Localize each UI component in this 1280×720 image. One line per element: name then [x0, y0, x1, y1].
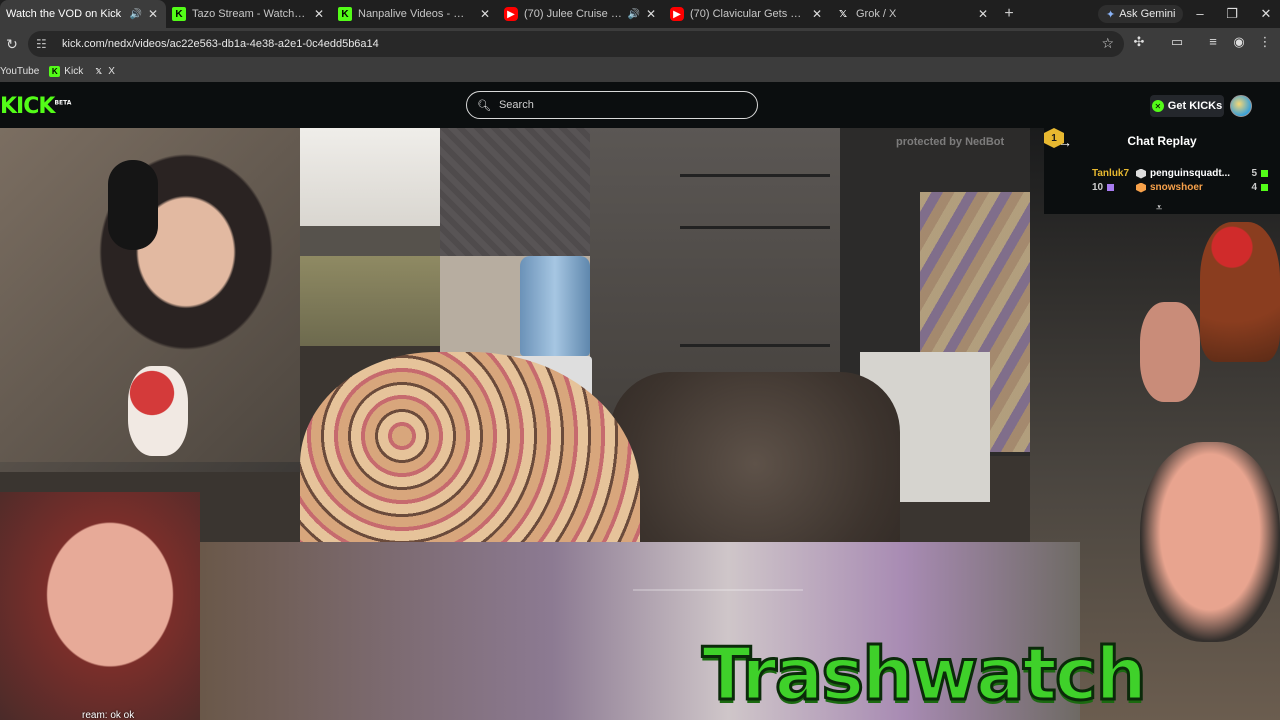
- bookmarks-bar: YouTube K Kick 𝕏 X: [0, 60, 1280, 82]
- search-input[interactable]: [496, 98, 747, 112]
- gemini-sparkle-icon: ✦: [1106, 8, 1116, 21]
- x-favicon-icon: 𝕏: [838, 8, 848, 20]
- gem-icon: [1261, 184, 1268, 191]
- tab-clavicular[interactable]: ▶ (70) Clavicular Gets Released From ✕: [664, 0, 830, 28]
- tab-julee-cruise[interactable]: ▶ (70) Julee Cruise – Three Demos 🔊 ✕: [498, 0, 664, 28]
- video-scene: [1140, 302, 1200, 402]
- site-info-icon[interactable]: ☷: [36, 37, 52, 51]
- close-tab-icon[interactable]: ✕: [146, 7, 160, 21]
- kick-favicon-icon: K: [172, 7, 186, 21]
- leaderboard-username: snowshoer: [1150, 182, 1203, 193]
- video-scene: [128, 366, 188, 456]
- badge-icon: [1136, 182, 1146, 193]
- badge-icon: [1136, 168, 1146, 179]
- ask-gemini-button[interactable]: ✦ Ask Gemini: [1098, 5, 1184, 23]
- leaderboard-username: Tanluk7: [1092, 168, 1130, 179]
- reload-icon[interactable]: ↻: [2, 36, 22, 53]
- bookmark-label: YouTube: [0, 65, 40, 77]
- kick-beta-badge: BETA: [54, 99, 72, 107]
- video-scene: [0, 492, 200, 720]
- leaderboard-entry-3[interactable]: snowshoer 4: [1136, 182, 1268, 193]
- kick-favicon-icon: K: [49, 65, 61, 77]
- tab-title: (70) Julee Cruise – Three Demos: [524, 8, 624, 20]
- leaderboard-count: 10: [1092, 182, 1115, 193]
- leaderboard-entry-2[interactable]: penguinsquadt... 5: [1136, 168, 1268, 179]
- tab-grok[interactable]: 𝕏 Grok / X ✕: [830, 0, 996, 28]
- video-scene: [1200, 222, 1280, 362]
- video-scene: [300, 226, 440, 256]
- close-tab-icon[interactable]: ✕: [976, 7, 990, 21]
- maximize-icon[interactable]: ❐: [1222, 6, 1242, 22]
- kick-favicon-icon: K: [338, 7, 352, 21]
- get-kicks-label: Get KICKs: [1167, 100, 1223, 112]
- audio-icon[interactable]: 🔊: [628, 9, 640, 20]
- video-scene: [440, 126, 590, 256]
- bookmark-label: Kick: [64, 65, 84, 77]
- search-icon: 🔍︎: [477, 99, 491, 112]
- extensions-icon[interactable]: ✣: [1130, 34, 1148, 50]
- ask-gemini-label: Ask Gemini: [1119, 8, 1176, 20]
- address-bar[interactable]: ☷ kick.com/nedx/videos/ac22e563-db1a-4e3…: [28, 31, 1124, 57]
- gift-count: 10: [1092, 182, 1104, 193]
- new-tab-button[interactable]: +: [996, 5, 1022, 23]
- youtube-favicon-icon: ▶: [504, 7, 518, 21]
- close-tab-icon[interactable]: ✕: [478, 7, 492, 21]
- expand-leaderboard-icon[interactable]: ⩡: [1156, 202, 1162, 215]
- tab-nanpalive[interactable]: K Nanpalive Videos - Watch On-Demand ✕: [332, 0, 498, 28]
- gift-count: 4: [1251, 182, 1257, 193]
- gift-count: 5: [1251, 168, 1257, 179]
- tab-title: Tazo Stream - Watch Live on Kick: [192, 8, 308, 20]
- kicks-coin-icon: ✕: [1151, 100, 1164, 112]
- leaderboard-entry-1[interactable]: Tanluk7: [1092, 168, 1129, 179]
- chat-replay-panel: ≡→ Chat Replay 1 Tanluk7 10 penguinsquad…: [1044, 128, 1280, 214]
- bookmark-star-icon[interactable]: ☆: [1101, 35, 1114, 52]
- video-scene: [300, 126, 440, 226]
- video-seek-bar[interactable]: [633, 589, 803, 591]
- tab-tazo-stream[interactable]: K Tazo Stream - Watch Live on Kick ✕: [166, 0, 332, 28]
- minimize-icon[interactable]: –: [1190, 6, 1210, 21]
- browser-tab-strip: Watch the VOD on Kick 🔊 ✕ K Tazo Stream …: [0, 0, 1280, 28]
- video-subtitle: ream: ok ok: [82, 710, 135, 720]
- tab-title: Grok / X: [856, 8, 897, 20]
- leaderboard-username: penguinsquadt...: [1150, 168, 1230, 179]
- close-tab-icon[interactable]: ✕: [810, 7, 824, 21]
- nedbot-watermark: protected by NedBot: [896, 136, 1005, 148]
- browser-menu-icon[interactable]: ⋮: [1256, 34, 1274, 50]
- bookmark-kick[interactable]: K Kick: [49, 65, 84, 77]
- x-favicon-icon: 𝕏: [95, 66, 102, 76]
- tab-kick-vod[interactable]: Watch the VOD on Kick 🔊 ✕: [0, 0, 166, 28]
- bookmark-label: X: [108, 65, 115, 77]
- kick-logo[interactable]: KICKBETA: [0, 94, 71, 119]
- tab-title: Nanpalive Videos - Watch On-Demand: [358, 8, 474, 20]
- kick-header: KICKBETA 🔍︎ ✕ Get KICKs: [0, 84, 1280, 128]
- bookmark-x[interactable]: 𝕏 X: [93, 65, 115, 77]
- search-bar[interactable]: 🔍︎: [466, 91, 758, 119]
- tab-title: Watch the VOD on Kick: [6, 8, 122, 20]
- bookmark-youtube[interactable]: YouTube: [0, 66, 39, 77]
- video-scene: [520, 256, 590, 356]
- video-scene: [300, 256, 440, 346]
- profile-icon[interactable]: ◉: [1230, 34, 1248, 50]
- window-close-icon[interactable]: ✕: [1256, 6, 1276, 22]
- audio-icon[interactable]: 🔊: [130, 9, 142, 20]
- chat-title: Chat Replay: [1127, 134, 1197, 148]
- youtube-favicon-icon: ▶: [670, 7, 684, 21]
- gem-icon: [1261, 170, 1268, 177]
- video-scene: [108, 160, 158, 250]
- kick-logo-text: KICK: [0, 94, 55, 119]
- close-tab-icon[interactable]: ✕: [644, 7, 658, 21]
- get-kicks-button[interactable]: ✕ Get KICKs: [1150, 95, 1224, 117]
- trashwatch-overlay-title: Trashwatch: [701, 631, 1149, 718]
- url-text[interactable]: kick.com/nedx/videos/ac22e563-db1a-4e38-…: [62, 38, 379, 50]
- reading-list-icon[interactable]: ≡: [1204, 34, 1222, 49]
- gem-icon: [1107, 184, 1115, 191]
- browser-toolbar: ↻ ☷ kick.com/nedx/videos/ac22e563-db1a-4…: [0, 28, 1280, 60]
- cast-icon[interactable]: ▭: [1168, 34, 1186, 50]
- tab-title: (70) Clavicular Gets Released From: [690, 8, 806, 20]
- video-scene: [1140, 442, 1280, 642]
- close-tab-icon[interactable]: ✕: [312, 7, 326, 21]
- user-avatar[interactable]: [1230, 95, 1252, 117]
